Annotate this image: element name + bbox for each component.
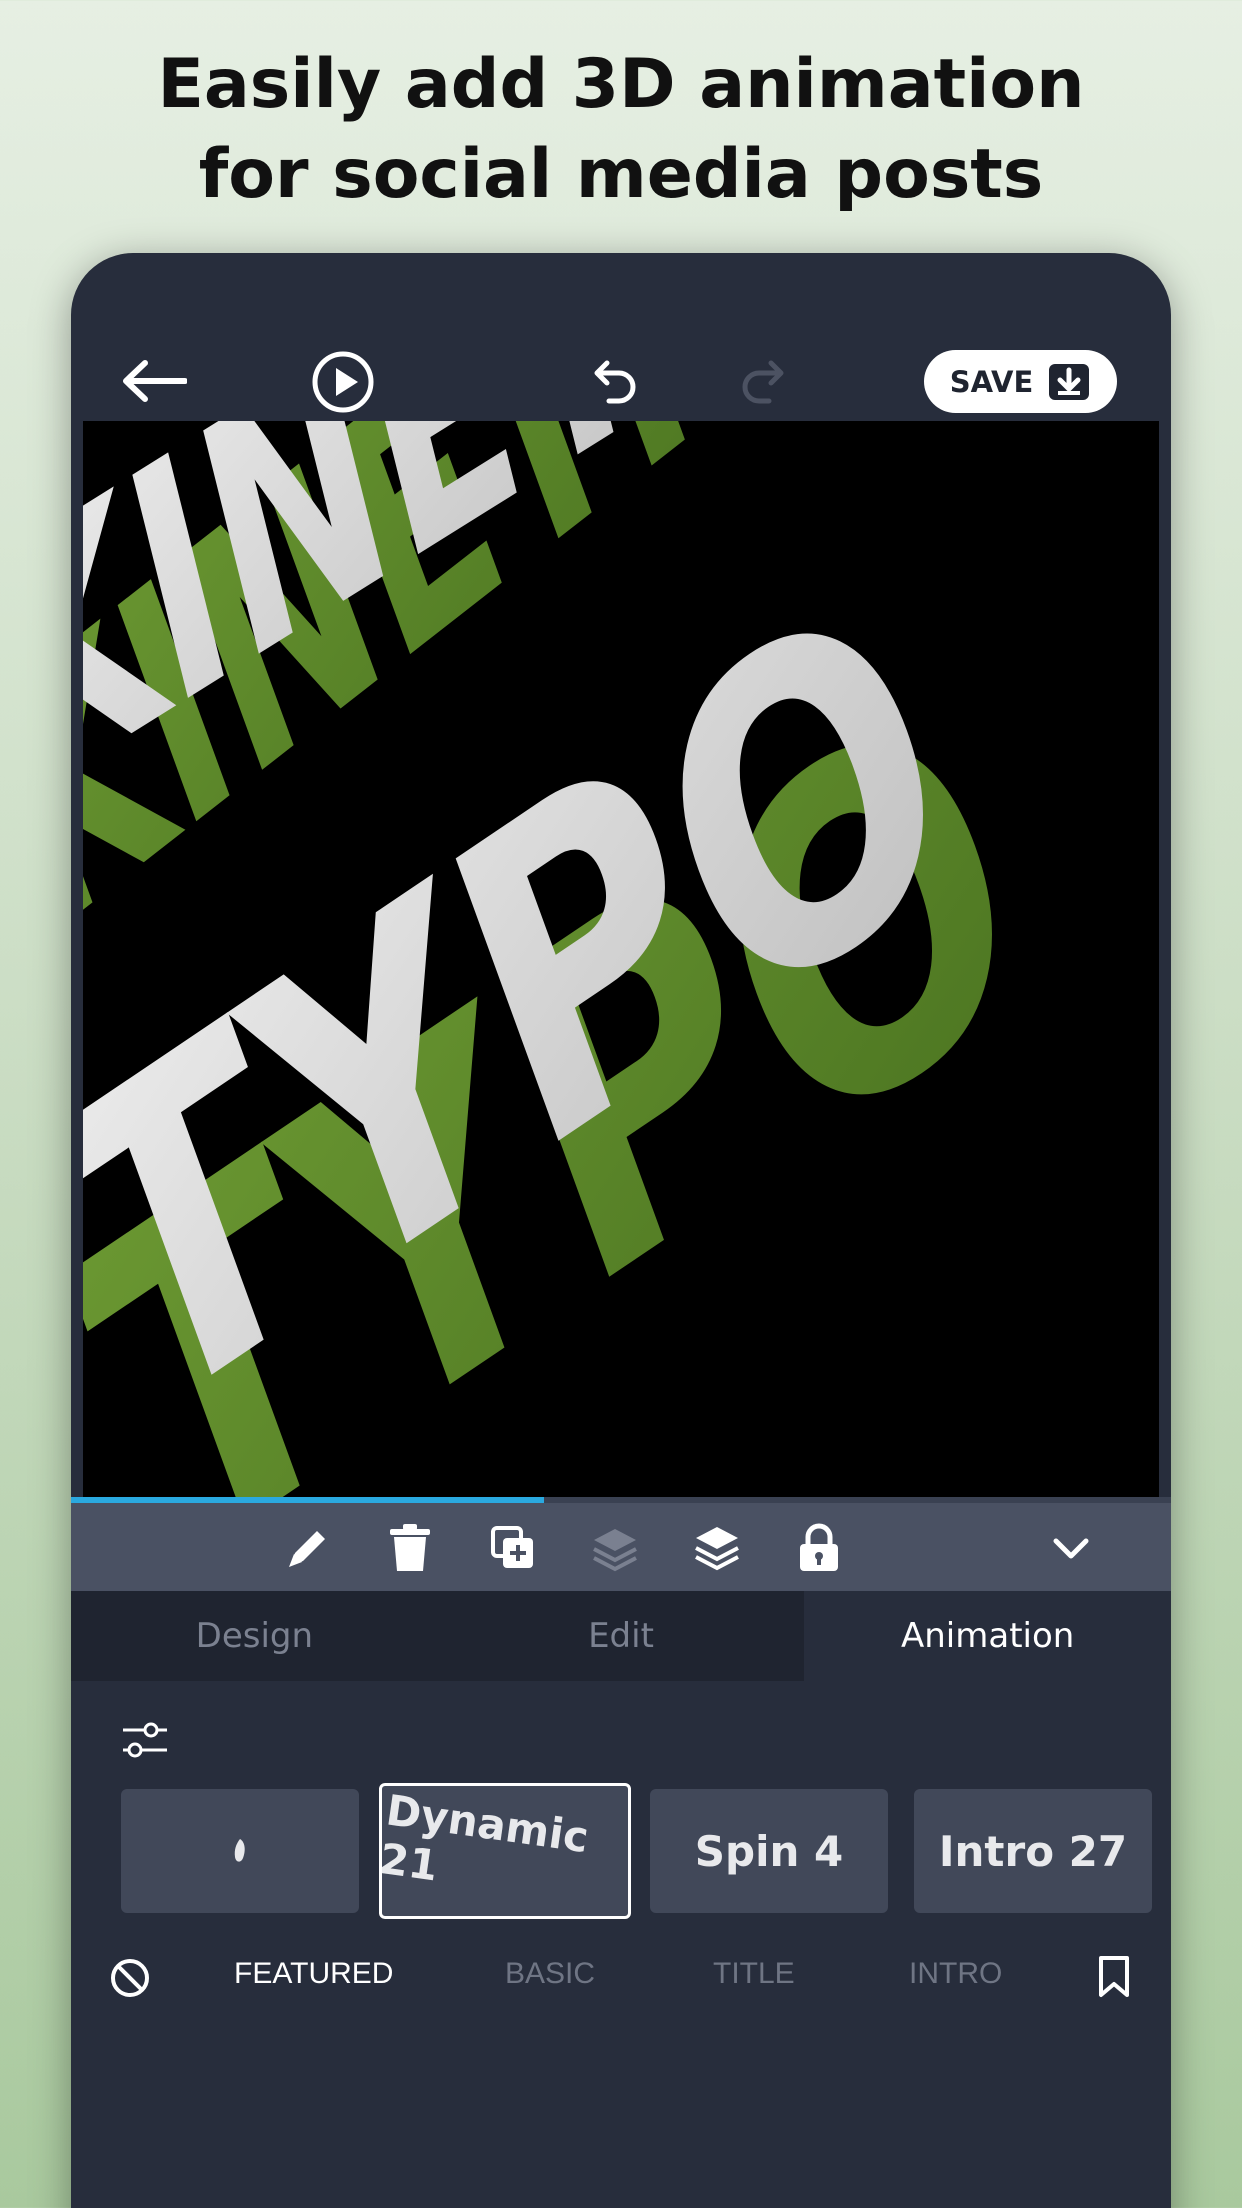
redo-button[interactable] [736,355,794,409]
play-button[interactable] [311,350,375,414]
redo-icon [742,360,784,404]
layers-down-icon [593,1529,637,1572]
category-basic[interactable]: BASIC [505,1957,595,1991]
tab-design[interactable]: Design [71,1591,438,1681]
editor-toolbar: SAVE [71,333,1171,429]
edit-button[interactable] [280,1520,336,1576]
delete-button[interactable] [382,1520,438,1576]
preset-label: Intro 27 [938,1826,1128,1876]
category-title[interactable]: TITLE [713,1957,795,1991]
back-button[interactable] [119,355,189,407]
pencil-icon [289,1531,325,1567]
tab-animation[interactable]: Animation [804,1591,1171,1681]
tab-edit[interactable]: Edit [438,1591,805,1681]
ban-icon [111,1959,149,1997]
headline-line-1: Easily add 3D animation [157,45,1085,124]
animation-settings-button[interactable] [121,1718,169,1766]
download-icon [1049,363,1090,400]
video-canvas[interactable]: KINETIC KINETIC TYPO TYPO [83,421,1159,1497]
preset-label: Spin 4 [694,1826,844,1876]
duplicate-icon [491,1526,533,1568]
collapse-button[interactable] [1043,1520,1099,1576]
layer-up-button[interactable] [689,1520,745,1576]
arrow-left-icon [123,360,187,402]
category-bar: FEATURED BASIC TITLE INTRO [71,1943,1171,2013]
panel-tabs: Design Edit Animation [71,1591,1171,1681]
undo-icon [594,360,636,404]
preset-thumbnail-icon [234,1839,245,1862]
category-intro[interactable]: INTRO [909,1957,1002,1991]
save-label: SAVE [949,364,1034,399]
chevron-down-icon [1053,1538,1089,1559]
preset-label: Dynamic 21 [379,1785,592,1891]
play-circle-icon [312,351,374,413]
preset-card[interactable]: Spin 4 [650,1789,888,1913]
trash-icon [390,1524,430,1571]
kinetic-typography-artwork: KINETIC KINETIC TYPO TYPO [83,421,1159,1497]
layers-up-icon [695,1527,739,1571]
phone-frame: SAVE KINETIC [71,253,1171,2208]
headline: Easily add 3D animation for social media… [0,40,1242,220]
headline-line-2: for social media posts [198,135,1044,214]
animation-presets: Dynamic 21 Spin 4 Intro 27 [121,1783,1171,1919]
no-animation-button[interactable] [109,1957,151,2003]
bookmark-icon [1099,1956,1129,1997]
save-button[interactable]: SAVE [924,350,1117,413]
preset-card[interactable] [121,1789,359,1913]
layer-down-button[interactable] [587,1520,643,1576]
lock-icon [800,1523,838,1571]
layer-toolbar [71,1503,1171,1591]
preset-card-selected[interactable]: Dynamic 21 [379,1783,631,1919]
category-featured[interactable]: FEATURED [234,1957,393,1991]
preset-card[interactable]: Intro 27 [914,1789,1152,1913]
sliders-icon [123,1722,167,1758]
saved-animations-button[interactable] [1097,1955,1131,2003]
duplicate-button[interactable] [485,1520,541,1576]
lock-button[interactable] [791,1520,847,1576]
undo-button[interactable] [584,355,642,409]
